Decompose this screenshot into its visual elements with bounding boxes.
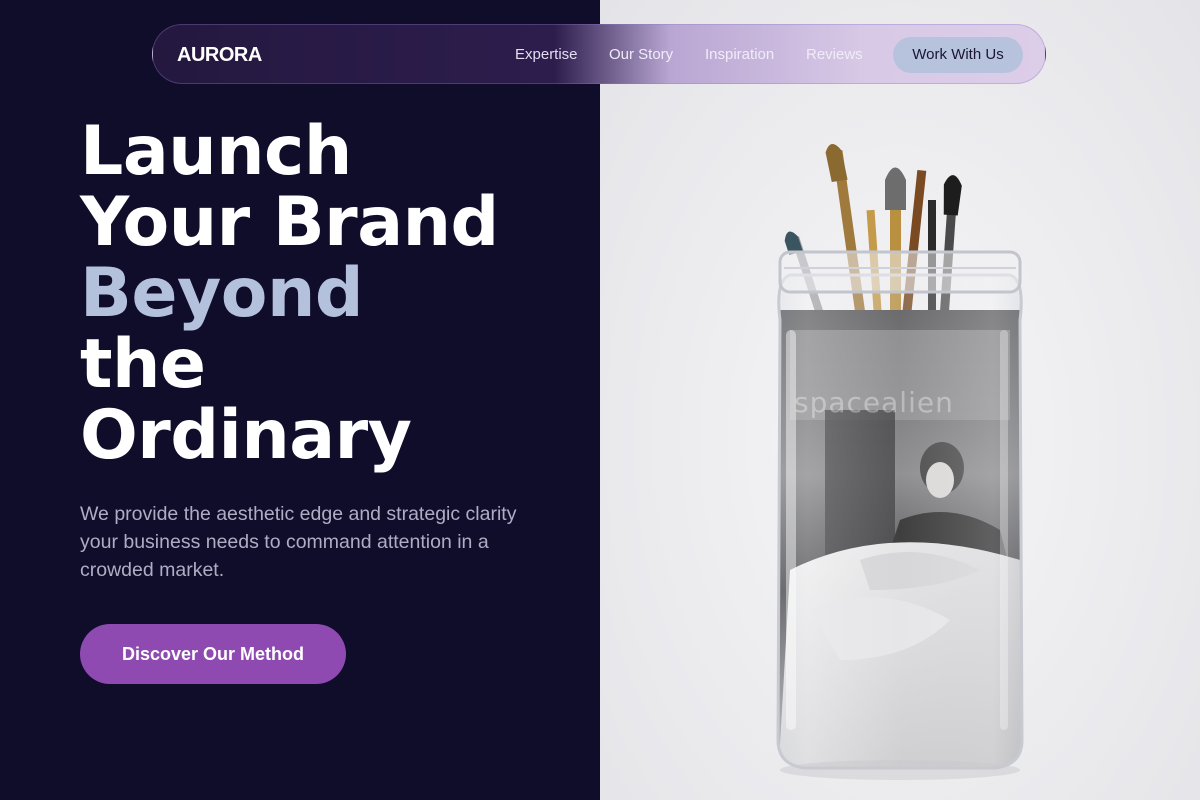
hero-headline: Launch Your Brand Beyond the Ordinary bbox=[80, 116, 499, 471]
headline-line-2: Your Brand bbox=[80, 183, 499, 262]
nav-link-expertise[interactable]: Expertise bbox=[515, 25, 578, 85]
nav-link-our-story[interactable]: Our Story bbox=[609, 25, 673, 85]
brand-logo[interactable]: AURORA bbox=[177, 25, 262, 85]
nav-link-reviews[interactable]: Reviews bbox=[806, 25, 863, 85]
work-with-us-button[interactable]: Work With Us bbox=[893, 37, 1023, 73]
top-navbar: AURORA Expertise Our Story Inspiration R… bbox=[152, 24, 1046, 84]
nav-link-inspiration[interactable]: Inspiration bbox=[705, 25, 774, 85]
brush-jar-illustration bbox=[776, 144, 1024, 780]
image-watermark: spacealien bbox=[794, 386, 954, 419]
headline-line-5: Ordinary bbox=[80, 396, 412, 475]
headline-line-4: the bbox=[80, 325, 206, 404]
hero-subtext: We provide the aesthetic edge and strate… bbox=[80, 503, 517, 581]
headline-line-3-accent: Beyond bbox=[80, 254, 364, 333]
hero-image-panel: spacealien bbox=[600, 0, 1200, 800]
discover-method-button[interactable]: Discover Our Method bbox=[80, 624, 346, 684]
headline-line-1: Launch bbox=[80, 112, 352, 191]
